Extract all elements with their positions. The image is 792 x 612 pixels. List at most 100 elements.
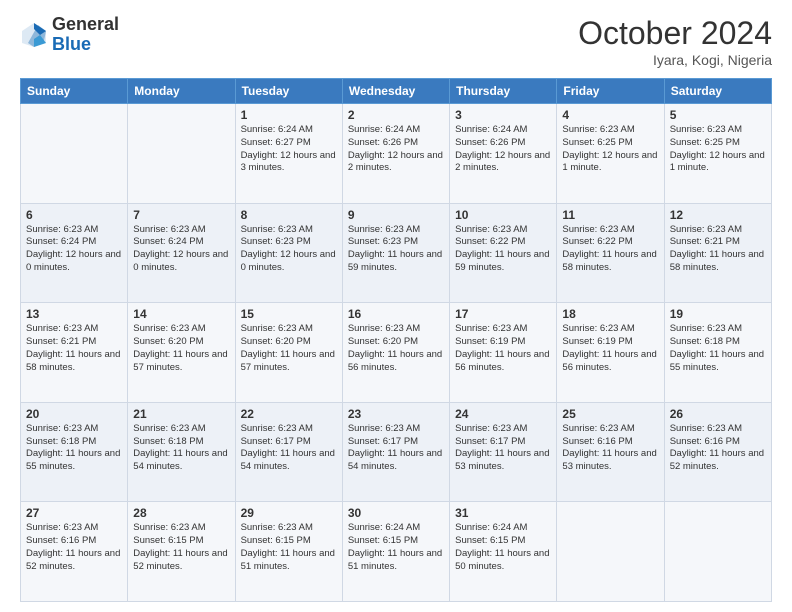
day-info: Sunrise: 6:23 AM Sunset: 6:24 PM Dayligh…	[133, 224, 229, 275]
cell-w2-d1: 6 Sunrise: 6:23 AM Sunset: 6:24 PM Daylig…	[21, 203, 128, 303]
day-number: 24	[455, 407, 551, 421]
cell-w2-d7: 12 Sunrise: 6:23 AM Sunset: 6:21 PM Dayli…	[664, 203, 771, 303]
col-monday: Monday	[128, 79, 235, 104]
cell-w5-d1: 27Sunrise: 6:23 AM Sunset: 6:16 PM Dayli…	[21, 502, 128, 602]
cell-w4-d2: 21 Sunrise: 6:23 AM Sunset: 6:18 PM Dayli…	[128, 402, 235, 502]
day-info: Sunrise: 6:23 AM Sunset: 6:20 PM Dayligh…	[133, 323, 229, 374]
day-number: 19	[670, 307, 766, 321]
day-number: 18	[562, 307, 658, 321]
header: General Blue October 2024 Iyara, Kogi, N…	[20, 15, 772, 68]
title-block: October 2024 Iyara, Kogi, Nigeria	[578, 15, 772, 68]
cell-w5-d2: 28 Sunrise: 6:23 AM Sunset: 6:15 PM Dayli…	[128, 502, 235, 602]
cell-w5-d7	[664, 502, 771, 602]
day-number: 31	[455, 506, 551, 520]
logo-blue-text: Blue	[52, 34, 91, 54]
week-row-3: 13Sunrise: 6:23 AM Sunset: 6:21 PM Dayli…	[21, 303, 772, 403]
cell-w1-d1	[21, 104, 128, 204]
day-info: Sunrise: 6:23 AM Sunset: 6:20 PM Dayligh…	[241, 323, 337, 374]
day-info: Sunrise: 6:23 AM Sunset: 6:18 PM Dayligh…	[670, 323, 766, 374]
cell-w4-d1: 20Sunrise: 6:23 AM Sunset: 6:18 PM Dayli…	[21, 402, 128, 502]
day-info: Sunrise: 6:23 AM Sunset: 6:17 PM Dayligh…	[455, 423, 551, 474]
day-number: 28	[133, 506, 229, 520]
day-number: 6	[26, 208, 122, 222]
cell-w5-d4: 30 Sunrise: 6:24 AM Sunset: 6:15 PM Dayli…	[342, 502, 449, 602]
day-number: 25	[562, 407, 658, 421]
day-info: Sunrise: 6:24 AM Sunset: 6:15 PM Dayligh…	[348, 522, 444, 573]
cell-w1-d6: 4 Sunrise: 6:23 AM Sunset: 6:25 PM Daylig…	[557, 104, 664, 204]
day-number: 22	[241, 407, 337, 421]
cell-w2-d6: 11Sunrise: 6:23 AM Sunset: 6:22 PM Dayli…	[557, 203, 664, 303]
calendar-body: 1 Sunrise: 6:24 AM Sunset: 6:27 PM Daylig…	[21, 104, 772, 602]
day-info: Sunrise: 6:23 AM Sunset: 6:22 PM Dayligh…	[562, 224, 658, 275]
day-number: 10	[455, 208, 551, 222]
cell-w1-d3: 1 Sunrise: 6:24 AM Sunset: 6:27 PM Daylig…	[235, 104, 342, 204]
cell-w3-d6: 18 Sunrise: 6:23 AM Sunset: 6:19 PM Dayli…	[557, 303, 664, 403]
day-number: 13	[26, 307, 122, 321]
col-tuesday: Tuesday	[235, 79, 342, 104]
logo-icon	[20, 21, 48, 49]
day-number: 4	[562, 108, 658, 122]
day-number: 27	[26, 506, 122, 520]
week-row-5: 27Sunrise: 6:23 AM Sunset: 6:16 PM Dayli…	[21, 502, 772, 602]
col-wednesday: Wednesday	[342, 79, 449, 104]
day-number: 9	[348, 208, 444, 222]
calendar-table: Sunday Monday Tuesday Wednesday Thursday…	[20, 78, 772, 602]
week-row-1: 1 Sunrise: 6:24 AM Sunset: 6:27 PM Daylig…	[21, 104, 772, 204]
day-info: Sunrise: 6:23 AM Sunset: 6:21 PM Dayligh…	[670, 224, 766, 275]
calendar-header: Sunday Monday Tuesday Wednesday Thursday…	[21, 79, 772, 104]
cell-w4-d5: 24 Sunrise: 6:23 AM Sunset: 6:17 PM Dayli…	[450, 402, 557, 502]
day-info: Sunrise: 6:23 AM Sunset: 6:24 PM Dayligh…	[26, 224, 122, 275]
logo: General Blue	[20, 15, 119, 55]
day-number: 12	[670, 208, 766, 222]
cell-w4-d7: 26Sunrise: 6:23 AM Sunset: 6:16 PM Dayli…	[664, 402, 771, 502]
day-number: 23	[348, 407, 444, 421]
day-info: Sunrise: 6:23 AM Sunset: 6:19 PM Dayligh…	[562, 323, 658, 374]
day-number: 1	[241, 108, 337, 122]
day-info: Sunrise: 6:23 AM Sunset: 6:15 PM Dayligh…	[133, 522, 229, 573]
location: Iyara, Kogi, Nigeria	[578, 52, 772, 68]
day-number: 30	[348, 506, 444, 520]
cell-w2-d3: 8Sunrise: 6:23 AM Sunset: 6:23 PM Daylig…	[235, 203, 342, 303]
day-info: Sunrise: 6:23 AM Sunset: 6:25 PM Dayligh…	[562, 124, 658, 175]
week-row-4: 20 Sunrise: 6:23 AM Sunset: 6:18 PM Dayli…	[21, 402, 772, 502]
header-row: Sunday Monday Tuesday Wednesday Thursday…	[21, 79, 772, 104]
day-info: Sunrise: 6:24 AM Sunset: 6:15 PM Dayligh…	[455, 522, 551, 573]
cell-w5-d5: 31 Sunrise: 6:24 AM Sunset: 6:15 PM Dayli…	[450, 502, 557, 602]
logo-general-text: General	[52, 14, 119, 34]
day-number: 7	[133, 208, 229, 222]
day-info: Sunrise: 6:23 AM Sunset: 6:16 PM Dayligh…	[562, 423, 658, 474]
cell-w1-d2	[128, 104, 235, 204]
cell-w4-d6: 25 Sunrise: 6:23 AM Sunset: 6:16 PM Dayli…	[557, 402, 664, 502]
col-friday: Friday	[557, 79, 664, 104]
day-info: Sunrise: 6:24 AM Sunset: 6:27 PM Dayligh…	[241, 124, 337, 175]
day-number: 2	[348, 108, 444, 122]
col-sunday: Sunday	[21, 79, 128, 104]
day-number: 16	[348, 307, 444, 321]
day-number: 20	[26, 407, 122, 421]
cell-w3-d1: 13Sunrise: 6:23 AM Sunset: 6:21 PM Dayli…	[21, 303, 128, 403]
day-number: 5	[670, 108, 766, 122]
cell-w5-d6	[557, 502, 664, 602]
month-title: October 2024	[578, 15, 772, 52]
cell-w2-d4: 9 Sunrise: 6:23 AM Sunset: 6:23 PM Daylig…	[342, 203, 449, 303]
page: General Blue October 2024 Iyara, Kogi, N…	[0, 0, 792, 612]
cell-w3-d5: 17Sunrise: 6:23 AM Sunset: 6:19 PM Dayli…	[450, 303, 557, 403]
day-info: Sunrise: 6:24 AM Sunset: 6:26 PM Dayligh…	[455, 124, 551, 175]
day-info: Sunrise: 6:23 AM Sunset: 6:15 PM Dayligh…	[241, 522, 337, 573]
day-info: Sunrise: 6:23 AM Sunset: 6:19 PM Dayligh…	[455, 323, 551, 374]
day-number: 29	[241, 506, 337, 520]
day-number: 3	[455, 108, 551, 122]
col-saturday: Saturday	[664, 79, 771, 104]
day-info: Sunrise: 6:23 AM Sunset: 6:23 PM Dayligh…	[348, 224, 444, 275]
day-info: Sunrise: 6:23 AM Sunset: 6:18 PM Dayligh…	[133, 423, 229, 474]
cell-w3-d2: 14Sunrise: 6:23 AM Sunset: 6:20 PM Dayli…	[128, 303, 235, 403]
logo-text: General Blue	[52, 15, 119, 55]
cell-w1-d4: 2Sunrise: 6:24 AM Sunset: 6:26 PM Daylig…	[342, 104, 449, 204]
day-info: Sunrise: 6:23 AM Sunset: 6:17 PM Dayligh…	[241, 423, 337, 474]
cell-w4-d3: 22 Sunrise: 6:23 AM Sunset: 6:17 PM Dayli…	[235, 402, 342, 502]
day-info: Sunrise: 6:23 AM Sunset: 6:16 PM Dayligh…	[670, 423, 766, 474]
cell-w1-d7: 5Sunrise: 6:23 AM Sunset: 6:25 PM Daylig…	[664, 104, 771, 204]
day-number: 21	[133, 407, 229, 421]
cell-w3-d7: 19 Sunrise: 6:23 AM Sunset: 6:18 PM Dayli…	[664, 303, 771, 403]
cell-w2-d5: 10Sunrise: 6:23 AM Sunset: 6:22 PM Dayli…	[450, 203, 557, 303]
